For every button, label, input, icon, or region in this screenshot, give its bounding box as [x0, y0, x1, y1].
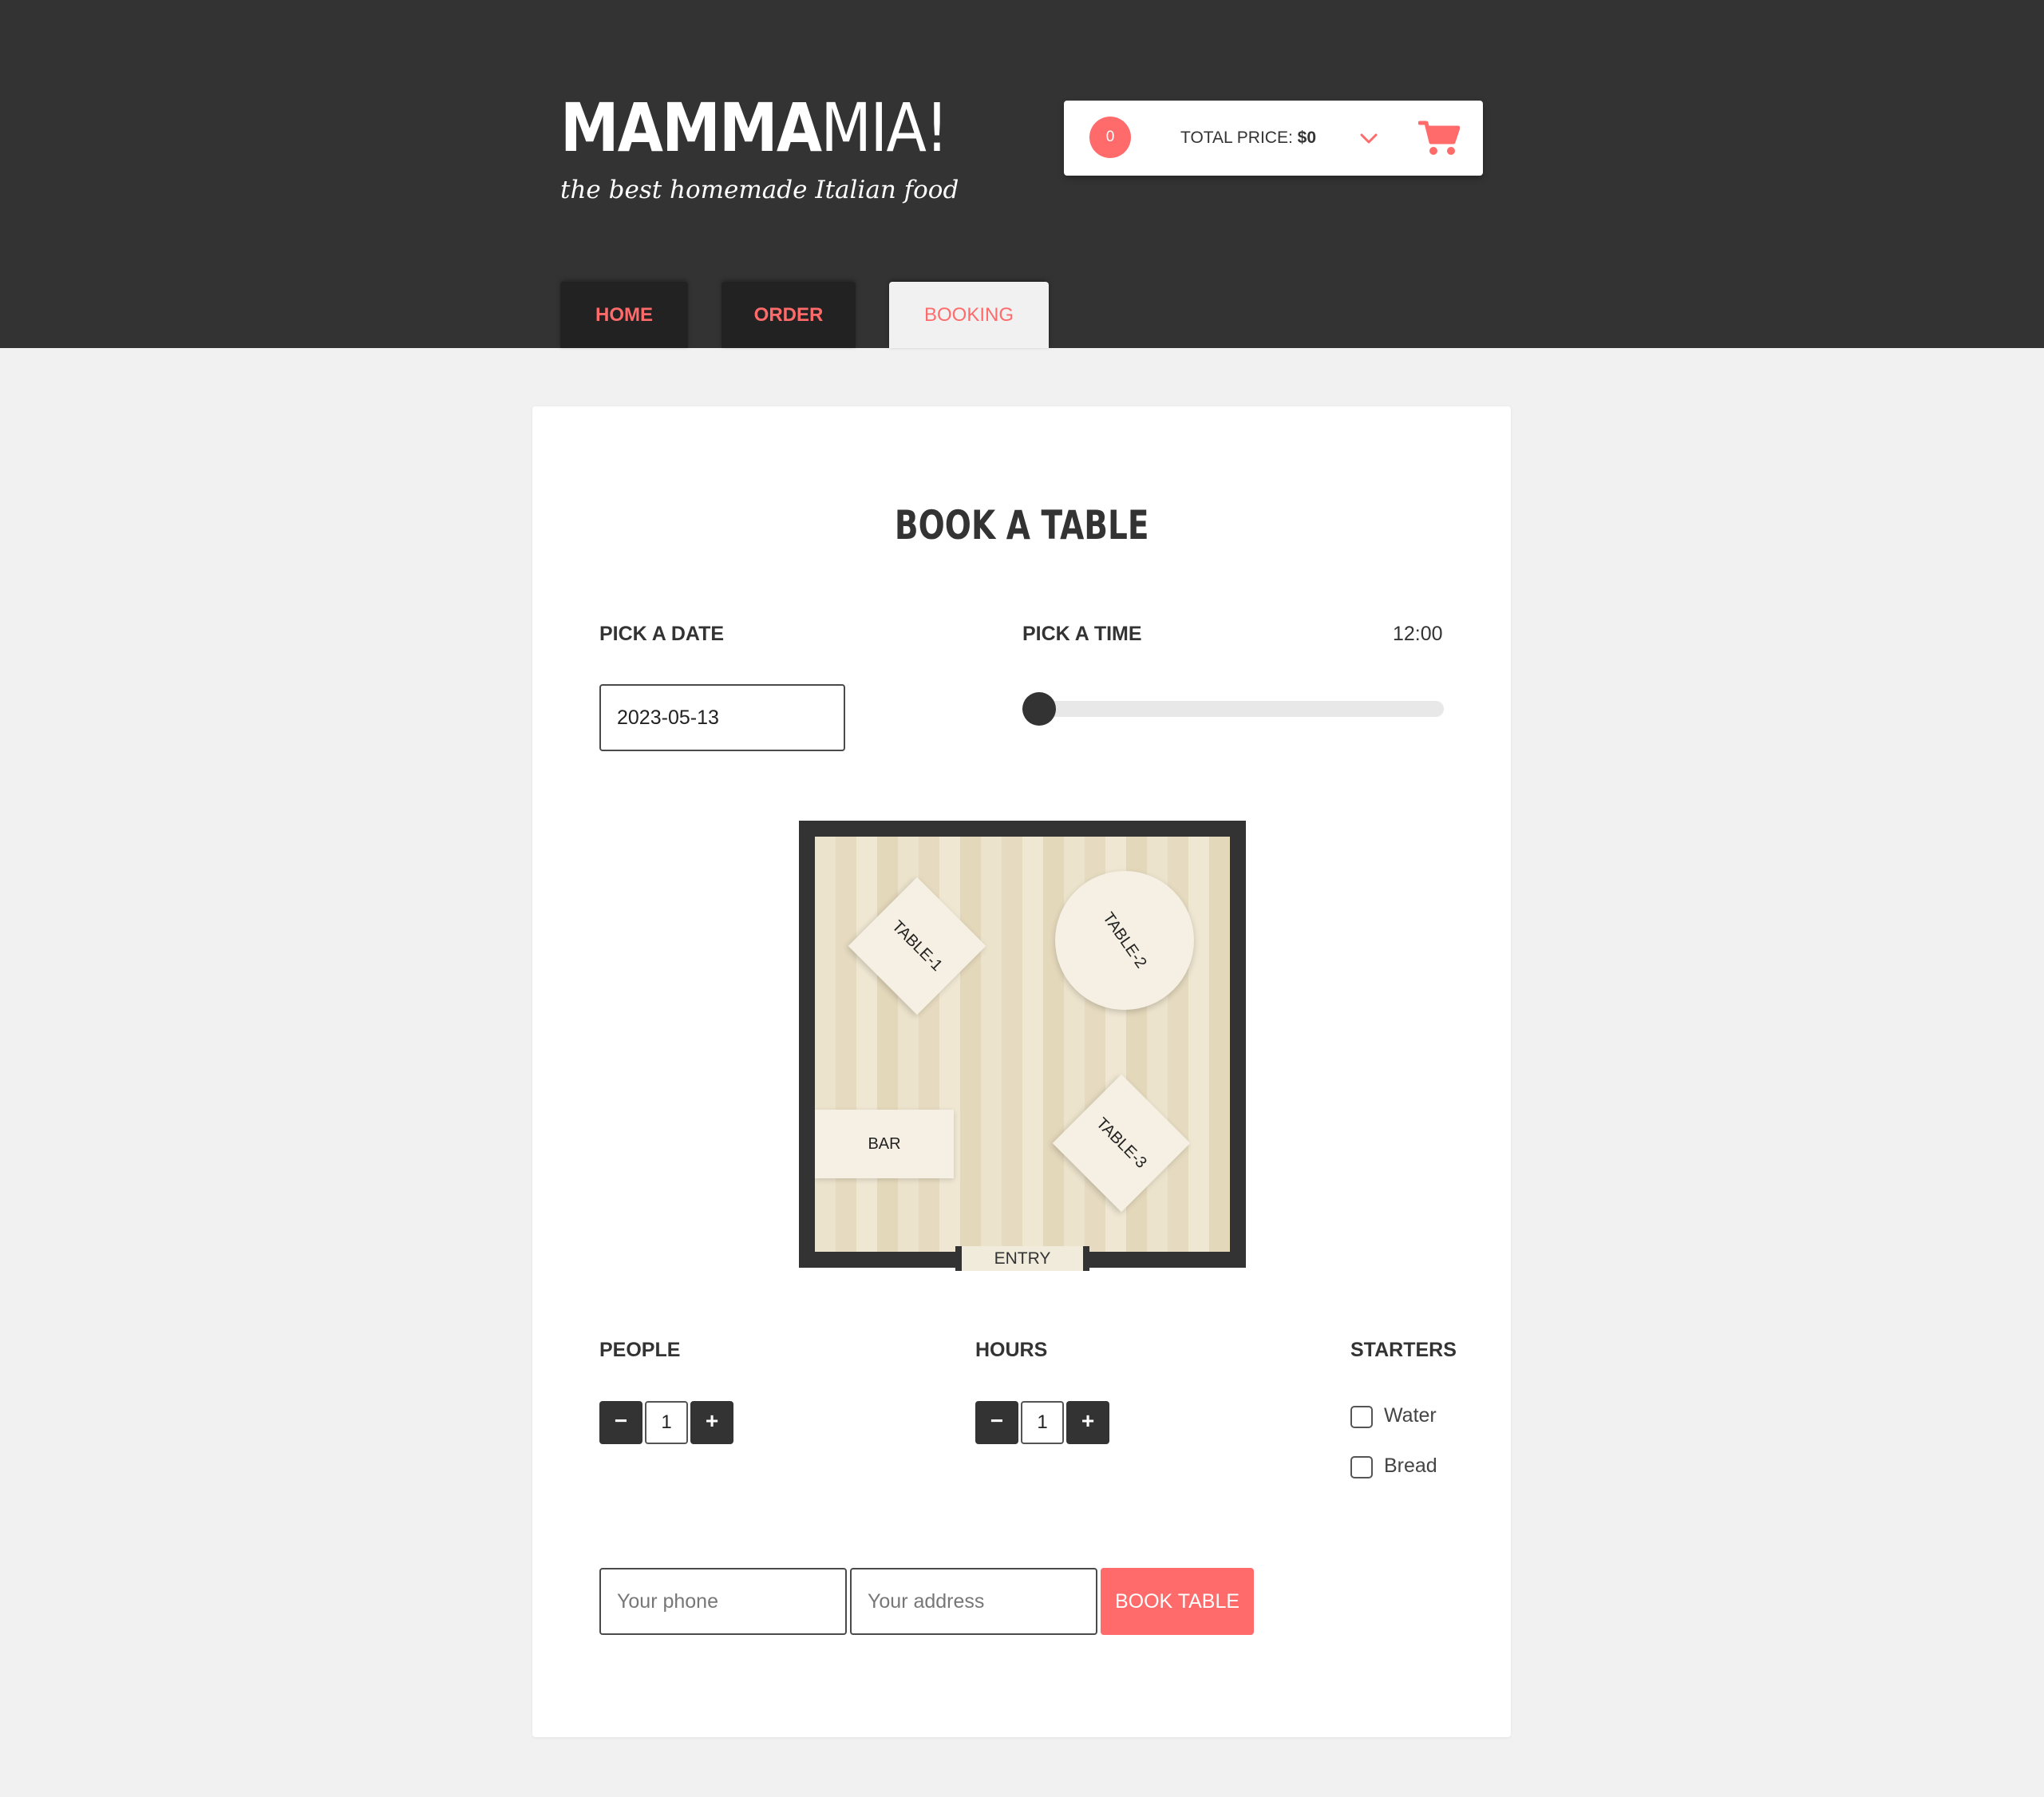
date-picker[interactable] — [599, 684, 845, 751]
cart-widget[interactable]: 0 TOTAL PRICE: $0 — [1064, 101, 1483, 176]
hours-decrease-button[interactable]: − — [975, 1401, 1018, 1444]
cart-total-value: $0 — [1297, 129, 1317, 147]
page-title-text: BOOK A TABLE — [894, 502, 1149, 548]
starters-label: STARTERS — [1350, 1339, 1457, 1361]
logo-light: MIA! — [820, 89, 949, 167]
shopping-cart-icon[interactable] — [1418, 118, 1460, 156]
address-input[interactable] — [850, 1568, 1097, 1635]
time-label: PICK A TIME — [1022, 623, 1142, 645]
hours-increase-button[interactable]: + — [1066, 1401, 1109, 1444]
time-slider-handle[interactable] — [1022, 692, 1056, 726]
tagline: the best homemade Italian food — [560, 176, 959, 204]
time-value: 12:00 — [1393, 623, 1443, 645]
cart-count-badge: 0 — [1089, 117, 1131, 158]
site-header: MAMMAMIA! the best homemade Italian food… — [0, 0, 2044, 348]
table-2[interactable]: TABLE-2 — [1055, 871, 1194, 1010]
tab-home[interactable]: HOME — [560, 282, 688, 348]
people-label: PEOPLE — [599, 1339, 681, 1361]
bar: BAR — [815, 1110, 954, 1178]
page-title: BOOK A TABLE — [532, 502, 1511, 548]
floor-area: TABLE-1 TABLE-2 TABLE-3 BAR — [815, 837, 1230, 1252]
booking-card: BOOK A TABLE PICK A DATE PICK A TIME 12:… — [532, 406, 1511, 1737]
table-3[interactable]: TABLE-3 — [1052, 1074, 1191, 1213]
time-slider[interactable] — [1022, 701, 1444, 717]
cart-total: TOTAL PRICE: $0 — [1180, 101, 1316, 176]
floor-plan: TABLE-1 TABLE-2 TABLE-3 BAR ENTRY — [799, 821, 1246, 1271]
cart-total-label: TOTAL PRICE: — [1180, 129, 1293, 147]
date-label: PICK A DATE — [599, 623, 725, 645]
entry-label: ENTRY — [955, 1246, 1089, 1271]
people-increase-button[interactable]: + — [690, 1401, 733, 1444]
logo-bold: MAMMA — [560, 89, 822, 167]
tab-order[interactable]: ORDER — [722, 282, 856, 348]
table-1-label: TABLE-1 — [888, 916, 947, 975]
table-2-label: TABLE-2 — [1099, 908, 1151, 972]
water-label[interactable]: Water — [1384, 1404, 1437, 1427]
hours-label: HOURS — [975, 1339, 1048, 1361]
tab-booking[interactable]: BOOKING — [889, 282, 1049, 348]
table-1[interactable]: TABLE-1 — [848, 877, 986, 1015]
people-decrease-button[interactable]: − — [599, 1401, 642, 1444]
chevron-down-icon[interactable] — [1354, 125, 1383, 153]
bread-label[interactable]: Bread — [1384, 1455, 1437, 1478]
logo[interactable]: MAMMAMIA! — [560, 85, 949, 171]
water-checkbox[interactable] — [1350, 1406, 1373, 1428]
hours-amount-input[interactable]: 1 — [1021, 1401, 1064, 1444]
table-3-label: TABLE-3 — [1093, 1114, 1151, 1172]
book-table-button[interactable]: BOOK TABLE — [1101, 1568, 1254, 1635]
bread-checkbox[interactable] — [1350, 1456, 1373, 1478]
bar-label: BAR — [868, 1134, 901, 1153]
people-amount-input[interactable]: 1 — [645, 1401, 688, 1444]
phone-input[interactable] — [599, 1568, 847, 1635]
